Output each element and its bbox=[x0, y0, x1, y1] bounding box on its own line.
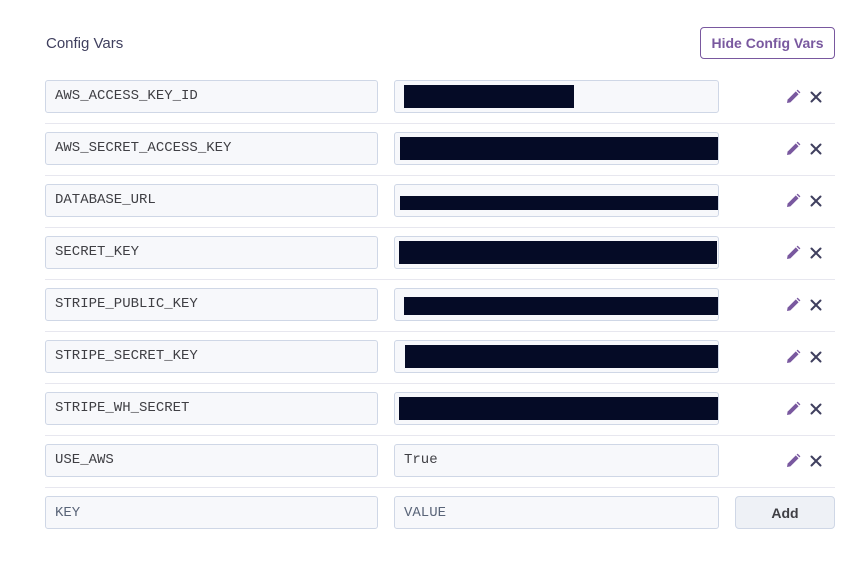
new-key-input[interactable] bbox=[45, 496, 378, 529]
pencil-icon[interactable] bbox=[784, 88, 802, 106]
config-var-key[interactable]: STRIPE_WH_SECRET bbox=[45, 392, 378, 425]
close-icon[interactable] bbox=[807, 244, 825, 262]
pencil-icon[interactable] bbox=[784, 400, 802, 418]
config-var-key[interactable]: USE_AWS bbox=[45, 444, 378, 477]
pencil-icon[interactable] bbox=[784, 348, 802, 366]
close-icon[interactable] bbox=[807, 296, 825, 314]
redacted-value bbox=[399, 241, 717, 264]
new-config-var-row: Add bbox=[45, 488, 835, 539]
config-var-key[interactable]: STRIPE_SECRET_KEY bbox=[45, 340, 378, 373]
config-var-value[interactable] bbox=[394, 184, 719, 217]
hide-config-vars-button[interactable]: Hide Config Vars bbox=[700, 27, 835, 59]
close-icon[interactable] bbox=[807, 348, 825, 366]
section-title: Config Vars bbox=[46, 35, 124, 52]
config-var-row: DATABASE_URL bbox=[45, 176, 835, 228]
add-button[interactable]: Add bbox=[735, 496, 835, 529]
config-var-value[interactable]: True bbox=[394, 444, 719, 477]
redacted-value bbox=[404, 85, 574, 108]
config-var-key[interactable]: DATABASE_URL bbox=[45, 184, 378, 217]
close-icon[interactable] bbox=[807, 192, 825, 210]
config-var-row: STRIPE_PUBLIC_KEY bbox=[45, 280, 835, 332]
config-var-key[interactable]: STRIPE_PUBLIC_KEY bbox=[45, 288, 378, 321]
pencil-icon[interactable] bbox=[784, 140, 802, 158]
config-var-value[interactable] bbox=[394, 288, 719, 321]
redacted-value bbox=[405, 345, 718, 368]
config-vars-list: AWS_ACCESS_KEY_ID AWS_SECRET_ACCESS_KEY … bbox=[45, 72, 835, 539]
close-icon[interactable] bbox=[807, 452, 825, 470]
config-var-value[interactable] bbox=[394, 340, 719, 373]
config-var-row: USE_AWS True bbox=[45, 436, 835, 488]
config-var-row: STRIPE_SECRET_KEY bbox=[45, 332, 835, 384]
new-value-input[interactable] bbox=[394, 496, 719, 529]
pencil-icon[interactable] bbox=[784, 296, 802, 314]
config-var-row: SECRET_KEY bbox=[45, 228, 835, 280]
config-var-key[interactable]: AWS_ACCESS_KEY_ID bbox=[45, 80, 378, 113]
redacted-value bbox=[404, 297, 718, 315]
config-var-value[interactable] bbox=[394, 392, 719, 425]
close-icon[interactable] bbox=[807, 88, 825, 106]
close-icon[interactable] bbox=[807, 140, 825, 158]
config-var-value[interactable] bbox=[394, 80, 719, 113]
config-var-key[interactable]: AWS_SECRET_ACCESS_KEY bbox=[45, 132, 378, 165]
pencil-icon[interactable] bbox=[784, 192, 802, 210]
config-var-row: AWS_SECRET_ACCESS_KEY bbox=[45, 124, 835, 176]
pencil-icon[interactable] bbox=[784, 452, 802, 470]
config-var-row: STRIPE_WH_SECRET bbox=[45, 384, 835, 436]
config-var-row: AWS_ACCESS_KEY_ID bbox=[45, 72, 835, 124]
close-icon[interactable] bbox=[807, 400, 825, 418]
pencil-icon[interactable] bbox=[784, 244, 802, 262]
redacted-value bbox=[399, 397, 718, 420]
redacted-value bbox=[400, 137, 718, 160]
config-var-value[interactable] bbox=[394, 236, 719, 269]
config-var-value[interactable] bbox=[394, 132, 719, 165]
redacted-value bbox=[400, 196, 718, 210]
config-var-key[interactable]: SECRET_KEY bbox=[45, 236, 378, 269]
